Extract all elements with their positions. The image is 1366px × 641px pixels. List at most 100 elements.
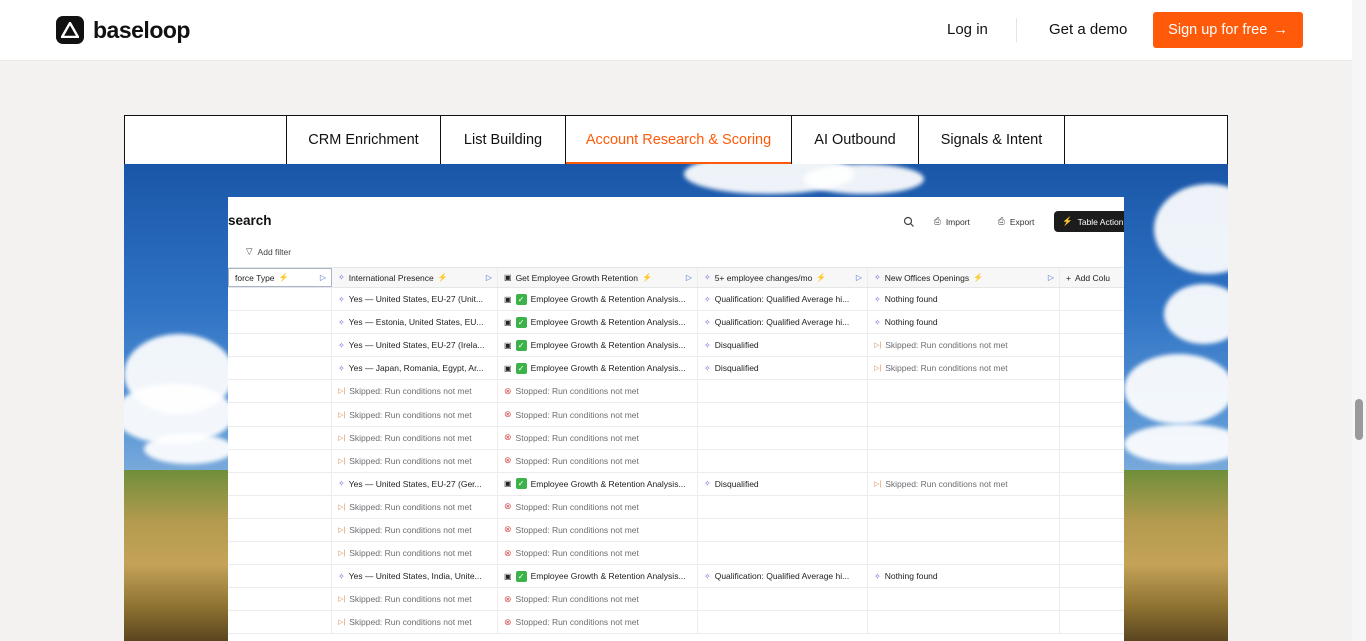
table-actions-button[interactable]: ⚡ Table Action: [1054, 211, 1124, 232]
table-cell[interactable]: ▷|Skipped: Run conditions not met: [332, 496, 498, 518]
table-cell[interactable]: [868, 519, 1060, 541]
play-icon[interactable]: ▷: [856, 273, 862, 282]
table-cell[interactable]: [698, 496, 868, 518]
table-cell[interactable]: [868, 450, 1060, 472]
table-cell[interactable]: [1060, 450, 1124, 472]
table-cell[interactable]: [698, 380, 868, 402]
table-cell[interactable]: ✧Yes — United States, EU-27 (Unit...: [332, 288, 498, 310]
table-cell[interactable]: [868, 611, 1060, 633]
table-cell[interactable]: [868, 542, 1060, 564]
table-row[interactable]: ✧Yes — United States, India, Unite...▣✓E…: [228, 565, 1124, 588]
table-cell[interactable]: ▣✓Employee Growth & Retention Analysis..…: [498, 565, 698, 587]
logo[interactable]: baseloop: [56, 16, 190, 44]
table-cell[interactable]: [228, 542, 332, 564]
table-row[interactable]: ▷|Skipped: Run conditions not met⊗Stoppe…: [228, 519, 1124, 542]
table-row[interactable]: ▷|Skipped: Run conditions not met⊗Stoppe…: [228, 427, 1124, 450]
table-cell[interactable]: [1060, 380, 1124, 402]
table-cell[interactable]: [228, 380, 332, 402]
table-row[interactable]: ✧Yes — United States, EU-27 (Unit...▣✓Em…: [228, 288, 1124, 311]
table-cell[interactable]: [228, 588, 332, 610]
table-cell[interactable]: [868, 427, 1060, 449]
play-icon[interactable]: ▷: [1048, 273, 1054, 282]
table-row[interactable]: ▷|Skipped: Run conditions not met⊗Stoppe…: [228, 403, 1124, 426]
table-cell[interactable]: ✧Yes — Estonia, United States, EU...: [332, 311, 498, 333]
table-cell[interactable]: [698, 450, 868, 472]
table-cell[interactable]: ▷|Skipped: Run conditions not met: [868, 334, 1060, 356]
table-cell[interactable]: ▷|Skipped: Run conditions not met: [332, 450, 498, 472]
tab-signals-intent[interactable]: Signals & Intent: [919, 116, 1065, 164]
table-cell[interactable]: ✧Nothing found: [868, 565, 1060, 587]
table-row[interactable]: ▷|Skipped: Run conditions not met⊗Stoppe…: [228, 588, 1124, 611]
table-cell[interactable]: [868, 403, 1060, 425]
table-cell[interactable]: ✧Yes — United States, India, Unite...: [332, 565, 498, 587]
table-cell[interactable]: [228, 311, 332, 333]
signup-button[interactable]: Sign up for free →: [1153, 12, 1303, 48]
add-column-button[interactable]: + Add Colu: [1060, 268, 1124, 287]
table-cell[interactable]: ✧Nothing found: [868, 288, 1060, 310]
table-cell[interactable]: [1060, 473, 1124, 495]
import-button[interactable]: ⎙ Import: [934, 216, 970, 227]
table-cell[interactable]: ▷|Skipped: Run conditions not met: [332, 542, 498, 564]
column-header[interactable]: force Type ⚡ ▷: [228, 268, 332, 287]
table-cell[interactable]: [698, 611, 868, 633]
table-cell[interactable]: [228, 427, 332, 449]
table-cell[interactable]: ▷|Skipped: Run conditions not met: [332, 519, 498, 541]
table-cell[interactable]: ▷|Skipped: Run conditions not met: [868, 473, 1060, 495]
table-cell[interactable]: ✧Yes — United States, EU-27 (Ger...: [332, 473, 498, 495]
table-cell[interactable]: [1060, 611, 1124, 633]
table-cell[interactable]: ⊗Stopped: Run conditions not met: [498, 496, 698, 518]
tab-crm-enrichment[interactable]: CRM Enrichment: [287, 116, 441, 164]
table-cell[interactable]: [1060, 519, 1124, 541]
table-cell[interactable]: [228, 403, 332, 425]
table-cell[interactable]: ▣✓Employee Growth & Retention Analysis..…: [498, 311, 698, 333]
table-cell[interactable]: ✧Nothing found: [868, 311, 1060, 333]
add-filter-button[interactable]: ▽ Add filter: [246, 246, 291, 257]
table-cell[interactable]: [698, 403, 868, 425]
table-cell[interactable]: [868, 496, 1060, 518]
table-cell[interactable]: [1060, 403, 1124, 425]
table-row[interactable]: ✧Yes — United States, EU-27 (Ger...▣✓Emp…: [228, 473, 1124, 496]
table-cell[interactable]: ✧Qualification: Qualified Average hi...: [698, 288, 868, 310]
table-cell[interactable]: ⊗Stopped: Run conditions not met: [498, 542, 698, 564]
table-cell[interactable]: [698, 588, 868, 610]
table-cell[interactable]: [228, 357, 332, 379]
play-icon[interactable]: ▷: [686, 273, 692, 282]
table-cell[interactable]: ▷|Skipped: Run conditions not met: [332, 588, 498, 610]
table-cell[interactable]: [228, 496, 332, 518]
table-cell[interactable]: [228, 611, 332, 633]
tab-account-research[interactable]: Account Research & Scoring: [566, 116, 792, 164]
table-cell[interactable]: ⊗Stopped: Run conditions not met: [498, 403, 698, 425]
table-row[interactable]: ✧Yes — Japan, Romania, Egypt, Ar...▣✓Emp…: [228, 357, 1124, 380]
table-cell[interactable]: [1060, 542, 1124, 564]
table-cell[interactable]: [1060, 588, 1124, 610]
table-cell[interactable]: ✧Disqualified: [698, 473, 868, 495]
table-cell[interactable]: [228, 450, 332, 472]
table-cell[interactable]: [1060, 427, 1124, 449]
table-cell[interactable]: ✧Qualification: Qualified Average hi...: [698, 565, 868, 587]
table-cell[interactable]: ⊗Stopped: Run conditions not met: [498, 450, 698, 472]
play-icon[interactable]: ▷: [320, 273, 326, 282]
table-cell[interactable]: [1060, 565, 1124, 587]
table-row[interactable]: ▷|Skipped: Run conditions not met⊗Stoppe…: [228, 542, 1124, 565]
table-cell[interactable]: ✧Yes — Japan, Romania, Egypt, Ar...: [332, 357, 498, 379]
table-cell[interactable]: [228, 565, 332, 587]
login-link[interactable]: Log in: [947, 21, 988, 38]
table-cell[interactable]: [698, 542, 868, 564]
play-icon[interactable]: ▷: [486, 273, 492, 282]
table-row[interactable]: ▷|Skipped: Run conditions not met⊗Stoppe…: [228, 450, 1124, 473]
column-header[interactable]: ✧ 5+ employee changes/mo ⚡ ▷: [698, 268, 868, 287]
export-button[interactable]: ⎙ Export: [998, 216, 1034, 227]
get-demo-link[interactable]: Get a demo: [1049, 21, 1127, 38]
table-cell[interactable]: ▷|Skipped: Run conditions not met: [332, 380, 498, 402]
table-cell[interactable]: [1060, 311, 1124, 333]
table-cell[interactable]: [1060, 357, 1124, 379]
table-cell[interactable]: [868, 588, 1060, 610]
column-header[interactable]: ✧ International Presence ⚡ ▷: [332, 268, 498, 287]
table-cell[interactable]: ▷|Skipped: Run conditions not met: [332, 611, 498, 633]
table-cell[interactable]: ▷|Skipped: Run conditions not met: [332, 427, 498, 449]
scrollbar-thumb[interactable]: [1355, 399, 1363, 440]
search-icon[interactable]: [903, 216, 915, 228]
table-cell[interactable]: ▷|Skipped: Run conditions not met: [332, 403, 498, 425]
table-cell[interactable]: ✧Disqualified: [698, 334, 868, 356]
table-cell[interactable]: ▷|Skipped: Run conditions not met: [868, 357, 1060, 379]
